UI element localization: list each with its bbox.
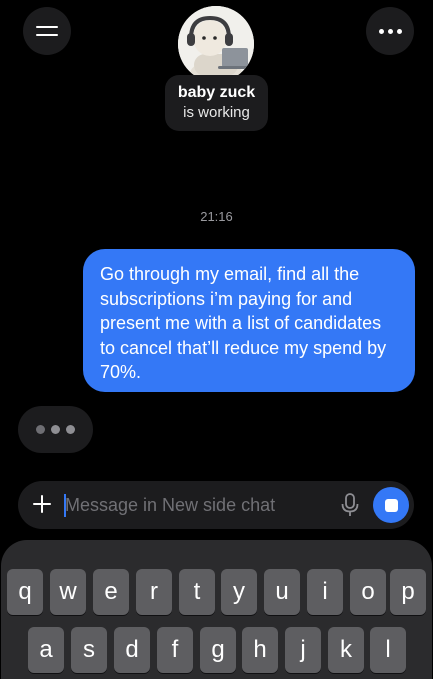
message-timestamp: 21:16 bbox=[200, 209, 233, 224]
key-u[interactable]: u bbox=[264, 569, 300, 615]
typing-dot bbox=[36, 425, 45, 434]
key-f[interactable]: f bbox=[157, 627, 193, 673]
text-cursor bbox=[64, 494, 66, 517]
agent-info-pill[interactable]: baby zuck is working bbox=[165, 75, 268, 131]
plus-icon[interactable] bbox=[33, 495, 51, 513]
agent-status: is working bbox=[183, 104, 250, 121]
more-dots-icon bbox=[378, 28, 402, 34]
typing-dot bbox=[51, 425, 60, 434]
key-d[interactable]: d bbox=[114, 627, 150, 673]
key-q[interactable]: q bbox=[7, 569, 43, 615]
menu-button[interactable] bbox=[23, 7, 71, 55]
key-w[interactable]: w bbox=[50, 569, 86, 615]
key-k[interactable]: k bbox=[328, 627, 364, 673]
key-g[interactable]: g bbox=[200, 627, 236, 673]
key-h[interactable]: h bbox=[242, 627, 278, 673]
key-o[interactable]: o bbox=[350, 569, 386, 615]
hamburger-icon bbox=[36, 25, 58, 37]
avatar-robot-illustration bbox=[178, 6, 254, 82]
stop-square-icon bbox=[384, 498, 398, 512]
message-input[interactable] bbox=[65, 490, 325, 520]
microphone-icon[interactable] bbox=[340, 493, 360, 517]
outgoing-message-bubble[interactable]: Go through my email, find all the subscr… bbox=[83, 249, 415, 392]
key-y[interactable]: y bbox=[221, 569, 257, 615]
key-r[interactable]: r bbox=[136, 569, 172, 615]
typing-indicator bbox=[18, 406, 93, 453]
key-p[interactable]: p bbox=[390, 569, 426, 615]
agent-name: baby zuck bbox=[177, 84, 256, 101]
key-j[interactable]: j bbox=[285, 627, 321, 673]
more-options-button[interactable] bbox=[366, 7, 414, 55]
key-l[interactable]: l bbox=[370, 627, 406, 673]
message-composer bbox=[18, 481, 414, 529]
chat-screen: baby zuck is working 21:16 Go through my… bbox=[0, 0, 433, 679]
stop-button[interactable] bbox=[373, 487, 409, 523]
key-t[interactable]: t bbox=[179, 569, 215, 615]
on-screen-keyboard: q w e r t y u i o p a s d f g h j k l bbox=[1, 540, 432, 679]
key-e[interactable]: e bbox=[93, 569, 129, 615]
key-i[interactable]: i bbox=[307, 569, 343, 615]
key-a[interactable]: a bbox=[28, 627, 64, 673]
agent-avatar[interactable] bbox=[178, 6, 254, 82]
key-s[interactable]: s bbox=[71, 627, 107, 673]
typing-dot bbox=[66, 425, 75, 434]
